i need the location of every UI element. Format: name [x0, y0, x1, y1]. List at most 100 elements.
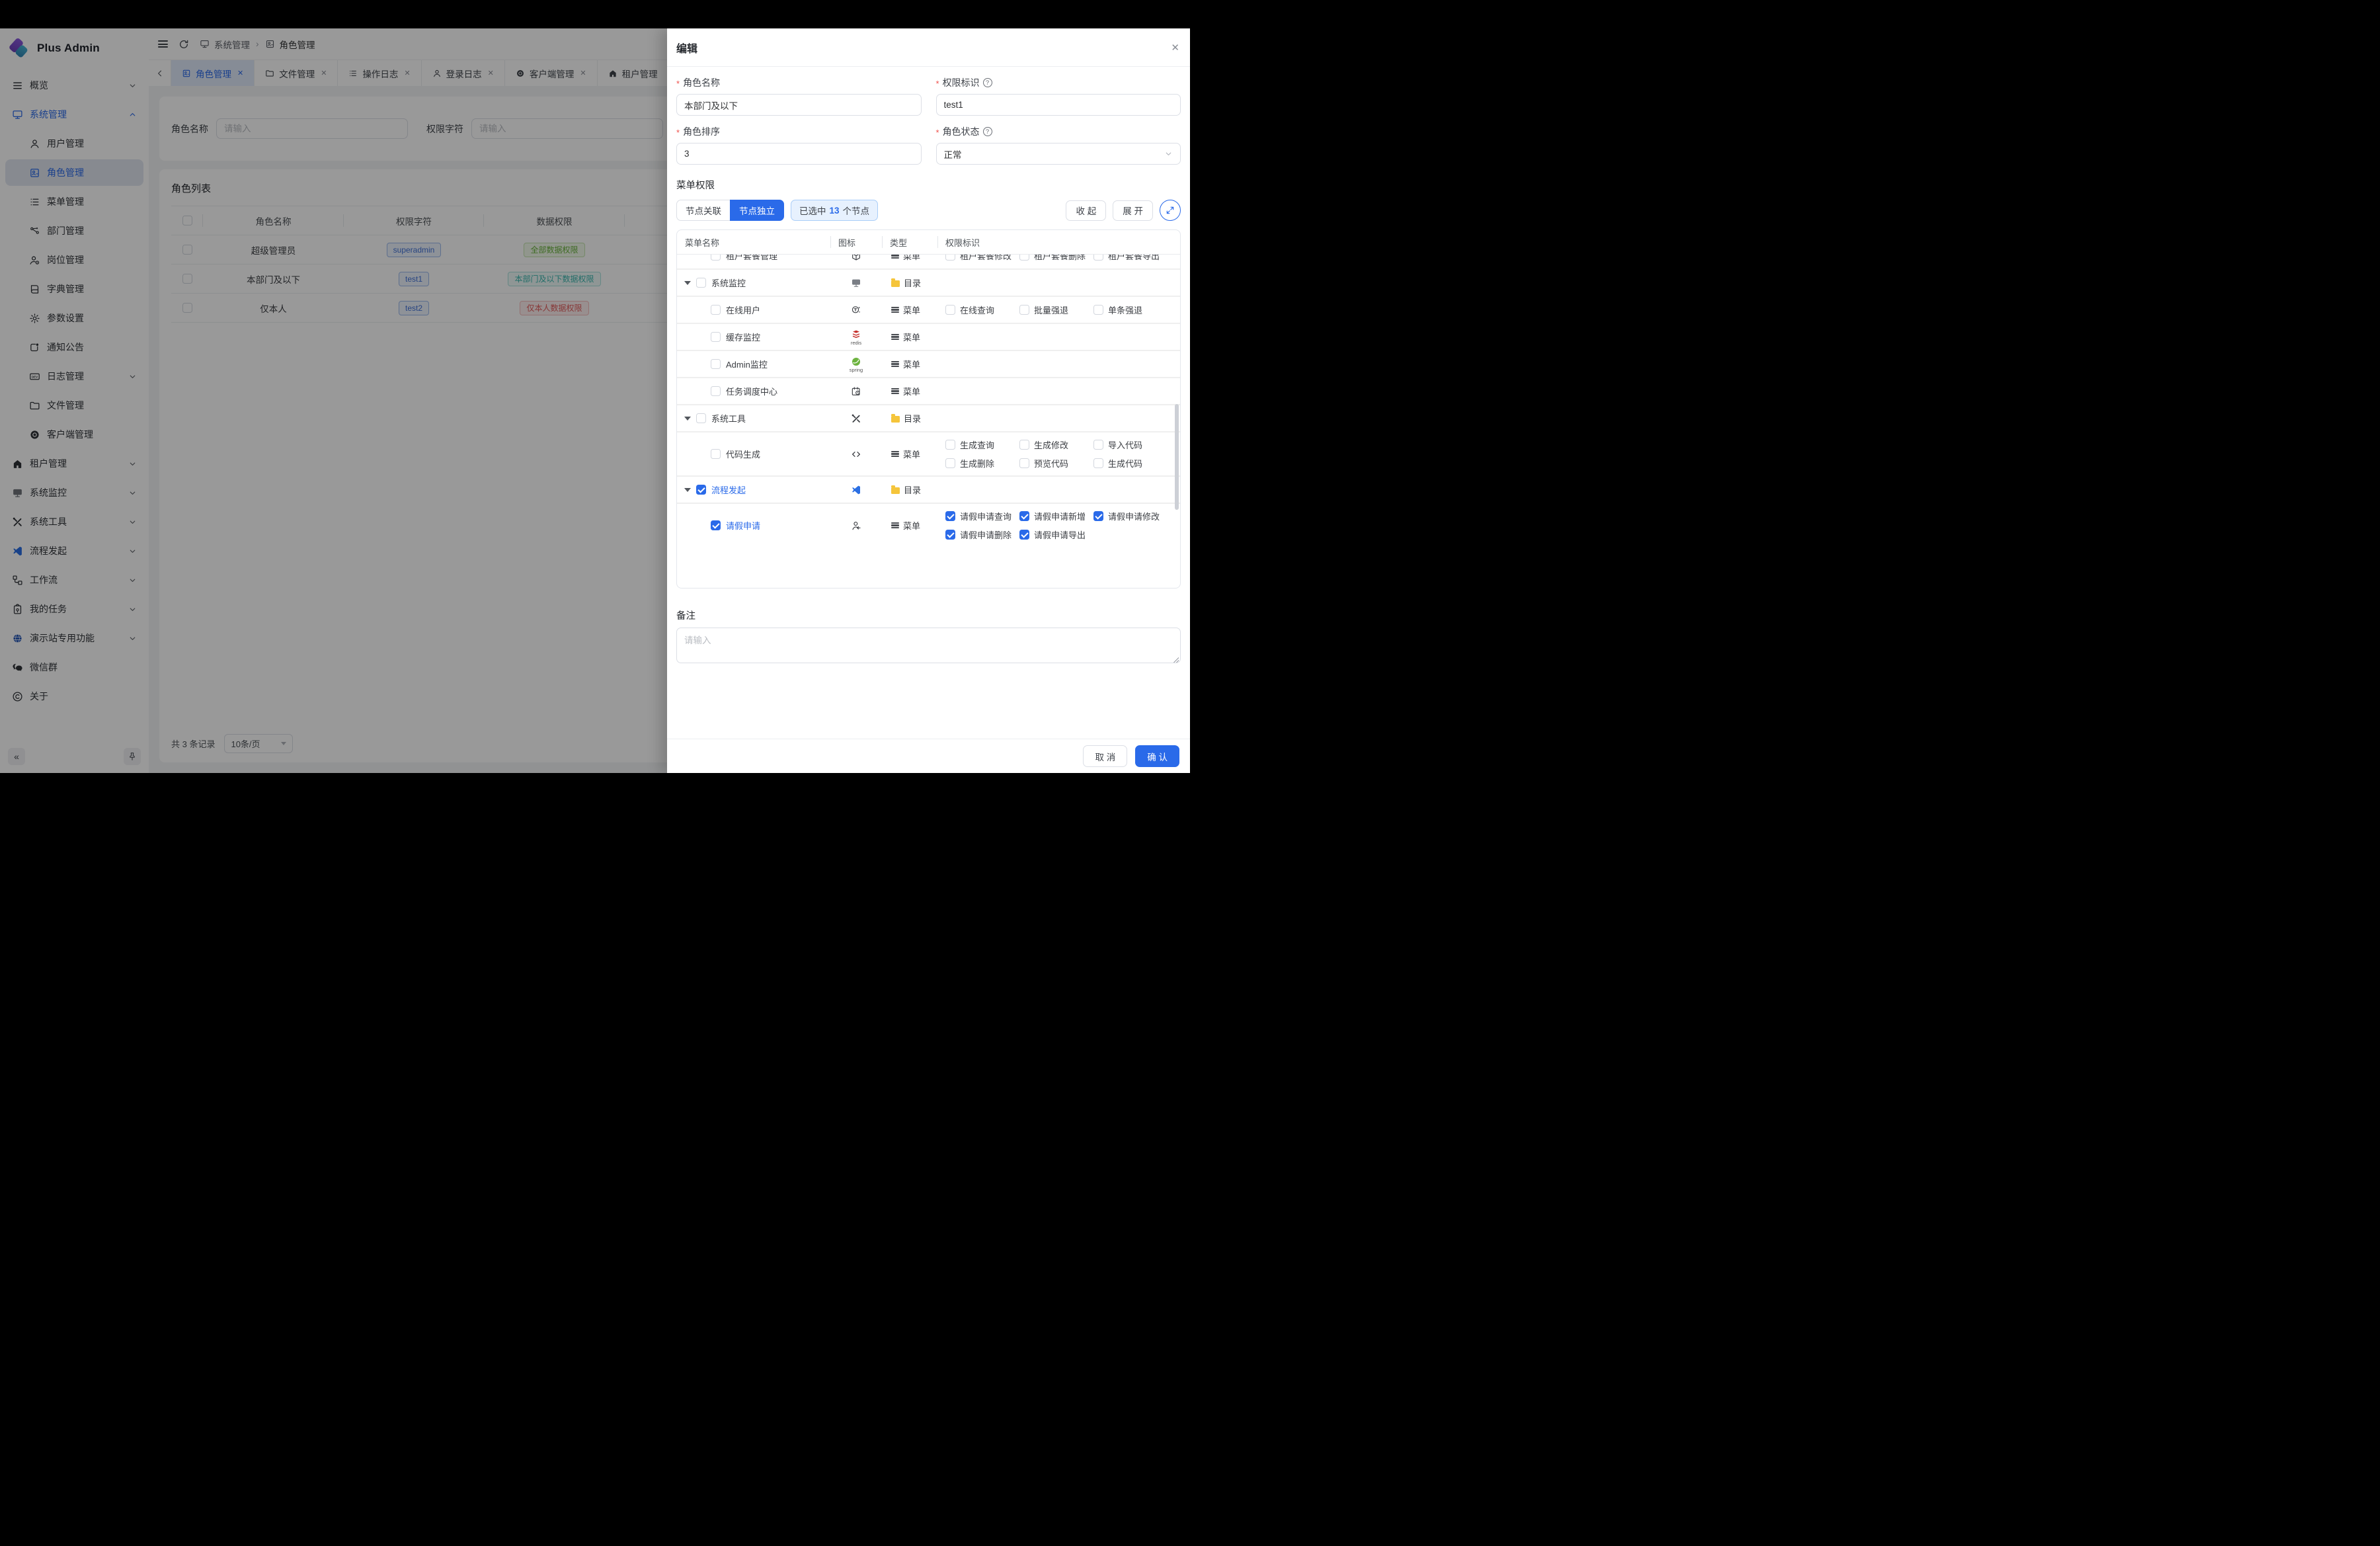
perm-checkbox-item[interactable]: 请假申请导出	[1019, 528, 1093, 541]
node-checkbox[interactable]	[711, 359, 721, 369]
perm-key-label: 权限标识	[943, 76, 980, 89]
menu-type-icon	[891, 388, 899, 395]
caret-down-icon[interactable]	[684, 417, 691, 421]
node-checkbox[interactable]	[696, 278, 706, 288]
node-checkbox[interactable]	[711, 520, 721, 530]
redis-icon	[851, 329, 861, 340]
menu-type-icon	[891, 334, 899, 341]
mode-segmented-control: 节点关联 节点独立	[676, 200, 784, 221]
perm-checkbox-item[interactable]: 在线查询	[945, 304, 1019, 316]
confirm-button[interactable]: 确 认	[1135, 745, 1179, 767]
tree-row[interactable]: 流程发起 目录	[677, 477, 1180, 504]
tree-scrollbar-thumb[interactable]	[1175, 404, 1179, 510]
fullscreen-button[interactable]	[1160, 200, 1181, 221]
drawer-header: 编辑 ✕	[667, 28, 1190, 67]
tree-row[interactable]: 系统监控 目录	[677, 270, 1180, 297]
tree-column-perm: 权限标识	[937, 230, 1180, 254]
online-user-icon	[851, 305, 861, 315]
required-asterisk: *	[936, 128, 939, 138]
perm-checkbox-item[interactable]: 租户套餐删除	[1019, 255, 1093, 262]
menu-type-icon	[891, 307, 899, 313]
caret-down-icon[interactable]	[684, 281, 691, 285]
menu-type-icon	[891, 522, 899, 529]
note-textarea[interactable]	[676, 628, 1181, 663]
node-checkbox[interactable]	[711, 305, 721, 315]
close-icon[interactable]: ✕	[1171, 42, 1179, 54]
perm-checkbox-item[interactable]: 导入代码	[1093, 438, 1168, 451]
node-checkbox[interactable]	[711, 255, 721, 261]
tree-row[interactable]: 在线用户 菜单 在线查询 批量强退 单条强退	[677, 297, 1180, 324]
expand-all-button[interactable]: 展 开	[1113, 200, 1153, 221]
folder-icon	[891, 487, 900, 494]
perm-checkbox-item[interactable]: 生成修改	[1019, 438, 1093, 451]
mode-independent-button[interactable]: 节点独立	[730, 200, 784, 221]
perm-checkbox-item[interactable]: 请假申请查询	[945, 510, 1019, 522]
tree-column-icon: 图标	[830, 230, 882, 254]
vscode-icon	[851, 485, 861, 495]
note-label: 备注	[676, 608, 1181, 622]
tree-row[interactable]: 租户套餐管理 菜单 租户套餐修改 租户套餐删除 租户套餐导出	[677, 255, 1180, 270]
perm-checkbox-item[interactable]: 单条强退	[1093, 304, 1168, 316]
drawer-body: *角色名称 *权限标识? *角色排序 *角色状态? 正常	[667, 67, 1190, 739]
sort-label: 角色排序	[683, 125, 720, 138]
mode-linked-button[interactable]: 节点关联	[676, 200, 730, 221]
perm-checkbox-item[interactable]: 批量强退	[1019, 304, 1093, 316]
form-item-status: * 角色状态? 正常	[936, 125, 1181, 165]
tree-row[interactable]: 缓存监控 redis 菜单	[677, 324, 1180, 351]
question-icon[interactable]: ?	[983, 78, 992, 87]
collapse-all-button[interactable]: 收 起	[1066, 200, 1106, 221]
perm-checkbox-item[interactable]: 请假申请修改	[1093, 510, 1168, 522]
sort-field[interactable]	[676, 143, 922, 165]
cancel-button[interactable]: 取 消	[1083, 745, 1127, 767]
perm-key-field[interactable]	[936, 94, 1181, 116]
menu-type-icon	[891, 361, 899, 368]
folder-icon	[891, 416, 900, 423]
spring-icon	[851, 356, 861, 367]
perm-checkbox-item[interactable]: 生成查询	[945, 438, 1019, 451]
tree-row[interactable]: 代码生成 菜单 生成查询 生成修改 导入代码 生成删除 预览代码 生成代码	[677, 432, 1180, 477]
tree-header: 菜单名称 图标 类型 权限标识	[677, 230, 1180, 255]
node-checkbox[interactable]	[696, 413, 706, 423]
menu-perm-tree: 菜单名称 图标 类型 权限标识 租户套餐管理 菜单 租户套餐修改 租户套餐	[676, 229, 1181, 589]
node-checkbox[interactable]	[711, 386, 721, 396]
role-name-field[interactable]	[676, 94, 922, 116]
tree-row[interactable]: 任务调度中心 菜单	[677, 378, 1180, 405]
perm-checkbox-item[interactable]: 租户套餐修改	[945, 255, 1019, 262]
schedule-icon	[851, 386, 861, 397]
drawer-footer: 取 消 确 认	[667, 739, 1190, 773]
expand-icon	[1166, 206, 1175, 215]
drawer-title: 编辑	[676, 40, 697, 56]
node-checkbox[interactable]	[696, 485, 706, 495]
menu-type-icon	[891, 255, 899, 259]
form-item-sort: *角色排序	[676, 125, 922, 165]
form-item-role-name: *角色名称	[676, 76, 922, 116]
monitor-fill-icon	[851, 278, 861, 288]
perm-checkbox-item[interactable]: 租户套餐导出	[1093, 255, 1168, 262]
required-asterisk: *	[676, 79, 680, 89]
edit-drawer: 编辑 ✕ *角色名称 *权限标识? *角色排序 *角	[667, 28, 1190, 773]
question-icon[interactable]: ?	[983, 127, 992, 136]
tree-row[interactable]: 系统工具 目录	[677, 405, 1180, 432]
caret-down-icon[interactable]	[684, 488, 691, 492]
perm-checkbox-item[interactable]: 生成代码	[1093, 457, 1168, 469]
node-checkbox[interactable]	[711, 449, 721, 459]
perm-checkbox-item[interactable]: 生成删除	[945, 457, 1019, 469]
status-label: 角色状态	[943, 125, 980, 138]
resize-handle[interactable]	[1173, 657, 1179, 663]
menu-perm-controls: 节点关联 节点独立 已选中 13 个节点 收 起 展 开	[676, 200, 1181, 221]
folder-icon	[891, 280, 900, 287]
required-asterisk: *	[936, 79, 939, 89]
tree-scroll-area[interactable]: 租户套餐管理 菜单 租户套餐修改 租户套餐删除 租户套餐导出 系统监控	[677, 255, 1180, 589]
tree-row[interactable]: Admin监控 spring 菜单	[677, 351, 1180, 378]
perm-checkbox-item[interactable]: 预览代码	[1019, 457, 1093, 469]
tree-row[interactable]: 请假申请 菜单 请假申请查询 请假申请新增 请假申请修改 请假申请删除 请假申请…	[677, 504, 1180, 547]
role-name-label: 角色名称	[683, 76, 720, 89]
status-select[interactable]: 正常	[936, 143, 1181, 165]
tree-column-name: 菜单名称	[677, 230, 830, 254]
person-leave-icon	[851, 520, 861, 531]
perm-checkbox-item[interactable]: 请假申请新增	[1019, 510, 1093, 522]
menu-type-icon	[891, 451, 899, 458]
perm-checkbox-item[interactable]: 请假申请删除	[945, 528, 1019, 541]
node-checkbox[interactable]	[711, 332, 721, 342]
code-icon	[851, 449, 861, 460]
